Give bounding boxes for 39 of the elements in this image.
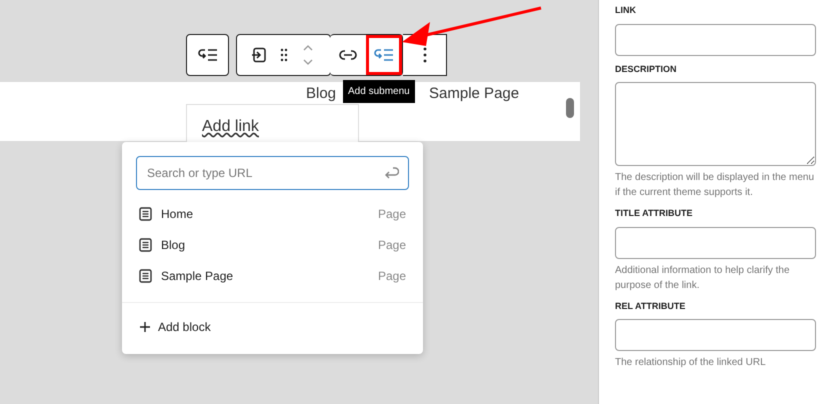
add-link-text: Add link — [202, 118, 259, 135]
result-title: Sample Page — [161, 268, 234, 284]
submenu-icon — [198, 48, 218, 62]
link-icon — [339, 50, 357, 60]
result-type: Page — [378, 206, 406, 222]
help-text: The relationship of the linked URL — [615, 356, 767, 370]
result-title: Blog — [161, 236, 186, 254]
field-label: DESCRIPTION — [615, 62, 678, 76]
search-result[interactable]: Home Page — [122, 198, 423, 229]
more-icon — [422, 47, 426, 63]
help-text: The description will be displayed in the menu if the current theme supports it. — [615, 171, 814, 200]
arrow-into-box-icon — [250, 47, 267, 63]
add-link-block[interactable]: Add link — [186, 104, 359, 144]
help-text: Additional information to help clarify the purpose of the link. — [615, 264, 791, 292]
result-title: Home — [161, 206, 194, 222]
page-icon — [139, 238, 152, 252]
scrollbar[interactable] — [566, 98, 574, 118]
search-result[interactable]: Blog Page — [122, 229, 423, 260]
enter-icon — [383, 166, 399, 180]
page-icon — [139, 268, 152, 282]
result-type: Page — [378, 268, 406, 284]
nav-link[interactable]: Blog — [306, 86, 336, 102]
textarea-field[interactable] — [615, 82, 816, 166]
search-field[interactable]: Search or type URL — [136, 156, 409, 190]
field-label: TITLE ATTRIBUTE — [615, 207, 694, 220]
plus-icon — [140, 322, 150, 332]
input-field[interactable] — [615, 226, 816, 258]
search-result[interactable]: Sample Page Page — [122, 260, 423, 291]
add-block-button[interactable]: Add block — [122, 318, 229, 336]
submenu-icon — [374, 48, 394, 62]
result-type: Page — [378, 236, 406, 254]
drag-handle-icon — [280, 48, 288, 62]
nav-link[interactable]: Sample Page — [429, 86, 520, 102]
input-field[interactable] — [615, 319, 816, 351]
field-label: REL ATTRIBUTE — [615, 300, 686, 312]
tooltip: Add submenu — [343, 80, 415, 103]
input-field[interactable] — [615, 24, 816, 56]
field-label: LINK — [615, 4, 637, 17]
page-icon — [139, 206, 152, 220]
